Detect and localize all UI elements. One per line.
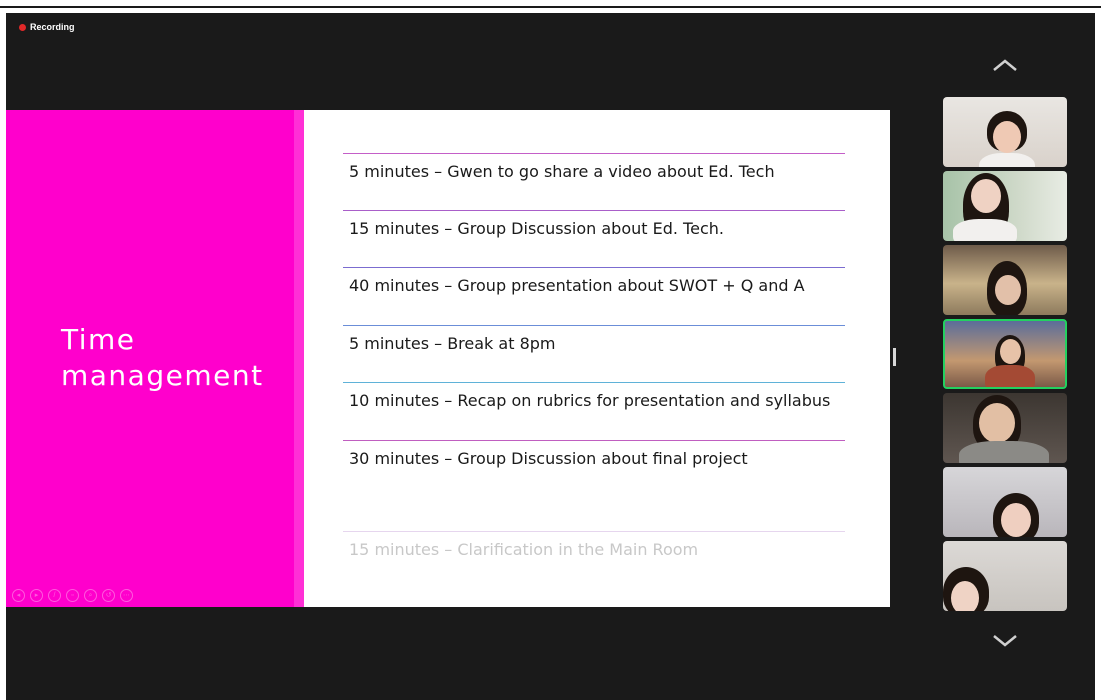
prev-icon[interactable]: ◂ bbox=[12, 589, 25, 602]
zoom-icon[interactable]: ⌕ bbox=[84, 589, 97, 602]
agenda-item-text: 10 minutes – Recap on rubrics for presen… bbox=[349, 391, 831, 410]
participant-video[interactable] bbox=[943, 97, 1067, 167]
shared-slide: Time management 5 minutes – Gwen to go s… bbox=[6, 110, 890, 607]
participant-video[interactable] bbox=[943, 245, 1067, 315]
chevron-down-icon[interactable] bbox=[991, 633, 1019, 649]
pen-icon[interactable]: / bbox=[48, 589, 61, 602]
slide-toolbar: ◂ ▸ / ▫ ⌕ ↺ ⋯ bbox=[12, 589, 133, 602]
recording-dot-icon bbox=[19, 23, 26, 31]
participant-video[interactable] bbox=[943, 541, 1067, 611]
meeting-window: Recording Time management 5 minutes – Gw… bbox=[6, 13, 1095, 700]
agenda-item: 30 minutes – Group Discussion about fina… bbox=[343, 440, 845, 468]
participant-video-active-speaker[interactable] bbox=[943, 319, 1067, 389]
slide-title: Time management bbox=[61, 322, 291, 394]
recording-indicator[interactable]: Recording bbox=[19, 22, 75, 32]
slide-title-line: management bbox=[61, 359, 264, 392]
agenda-item-text: 15 minutes – Clarification in the Main R… bbox=[349, 540, 699, 559]
slide-panel-edge bbox=[294, 110, 304, 607]
slide-title-line: Time bbox=[61, 323, 136, 356]
agenda-item: 15 minutes – Group Discussion about Ed. … bbox=[343, 210, 845, 238]
participant-video[interactable] bbox=[943, 467, 1067, 537]
pointer-icon[interactable]: ▫ bbox=[66, 589, 79, 602]
agenda-item: 5 minutes – Gwen to go share a video abo… bbox=[343, 153, 845, 181]
agenda-item: 5 minutes – Break at 8pm bbox=[343, 325, 845, 353]
agenda-item-text: 5 minutes – Gwen to go share a video abo… bbox=[349, 162, 775, 181]
undo-icon[interactable]: ↺ bbox=[102, 589, 115, 602]
participant-video[interactable] bbox=[943, 171, 1067, 241]
agenda-item: 15 minutes – Clarification in the Main R… bbox=[343, 531, 845, 559]
agenda-item-text: 30 minutes – Group Discussion about fina… bbox=[349, 449, 748, 468]
participant-video[interactable] bbox=[943, 393, 1067, 463]
agenda-item-text: 40 minutes – Group presentation about SW… bbox=[349, 276, 805, 295]
more-icon[interactable]: ⋯ bbox=[120, 589, 133, 602]
recording-label: Recording bbox=[30, 22, 75, 32]
agenda-item: 40 minutes – Group presentation about SW… bbox=[343, 267, 845, 295]
agenda-item-text: 5 minutes – Break at 8pm bbox=[349, 334, 556, 353]
next-icon[interactable]: ▸ bbox=[30, 589, 43, 602]
agenda-item-text: 15 minutes – Group Discussion about Ed. … bbox=[349, 219, 724, 238]
window-top-border bbox=[0, 6, 1101, 8]
panel-resize-handle[interactable] bbox=[893, 348, 896, 366]
agenda-item: 10 minutes – Recap on rubrics for presen… bbox=[343, 382, 845, 410]
chevron-up-icon[interactable] bbox=[991, 57, 1019, 73]
